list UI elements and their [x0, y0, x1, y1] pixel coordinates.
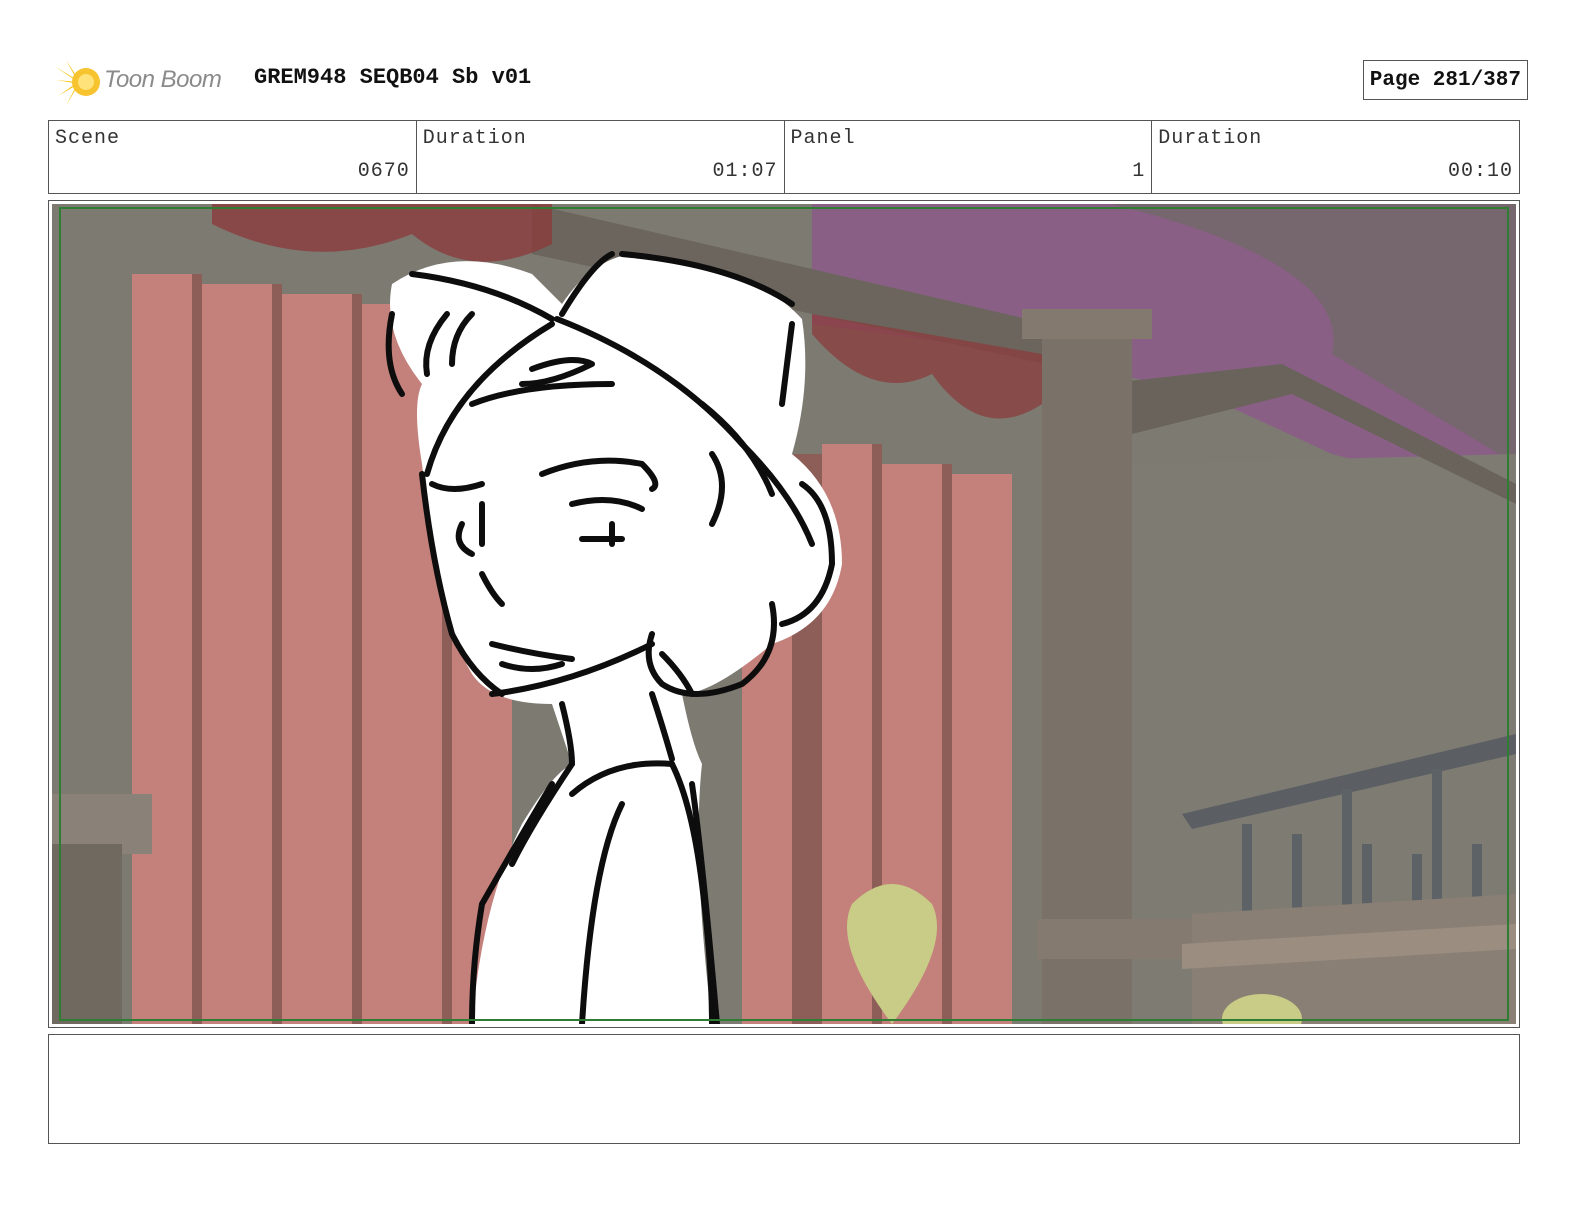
panel-duration-value: 00:10	[1447, 160, 1513, 183]
scene-cell: Scene 0670	[49, 121, 417, 193]
page-number: Page 281/387	[1369, 68, 1521, 92]
logo-text: Toon Boom	[104, 66, 222, 93]
scene-duration-cell: Duration 01:07	[417, 121, 785, 193]
panel-value: 1	[1132, 160, 1146, 183]
panel-duration-label: Duration	[1158, 127, 1263, 150]
panel-notes-box	[48, 1034, 1520, 1144]
storyboard-panel-frame	[48, 200, 1520, 1028]
panel-duration-cell: Duration 00:10	[1152, 121, 1519, 193]
storyboard-panel-image	[52, 204, 1516, 1024]
toon-boom-logo: Toon Boom	[52, 56, 242, 108]
panel-drawing	[52, 204, 1516, 1024]
scene-label: Scene	[55, 127, 121, 150]
page-header: Toon Boom GREM948 SEQB04 Sb v01 Page 281…	[52, 52, 1528, 108]
panel-label: Panel	[790, 127, 856, 150]
document-title: GREM948 SEQB04 Sb v01	[254, 65, 532, 90]
scene-duration-value: 01:07	[712, 160, 778, 183]
logo-burst-icon	[54, 60, 100, 106]
page-number-box: Page 281/387	[1362, 60, 1528, 100]
scene-duration-label: Duration	[422, 127, 527, 150]
panel-cell: Panel 1	[785, 121, 1153, 193]
scene-info-table: Scene 0670 Duration 01:07 Panel 1 Durati…	[48, 120, 1520, 194]
scene-value: 0670	[357, 160, 410, 183]
